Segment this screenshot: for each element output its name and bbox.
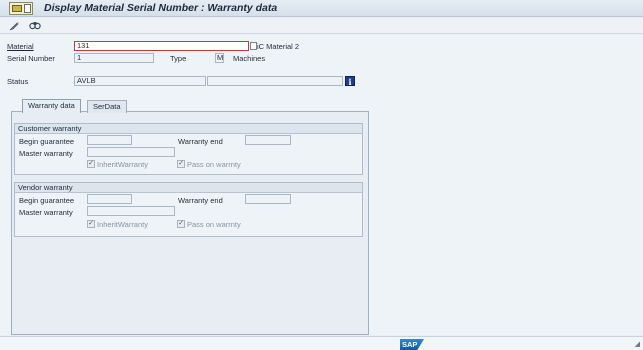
customer-inherit-checkbox[interactable]: ✓ [87, 160, 95, 168]
customer-end-label: Warranty end [178, 137, 223, 146]
application-toolbar [0, 18, 643, 34]
customer-begin-field[interactable] [87, 135, 132, 145]
sap-logo: SAP [400, 339, 424, 350]
edit-icon[interactable] [8, 20, 21, 32]
customer-end-field[interactable] [245, 135, 291, 145]
customer-pass-checkbox[interactable]: ✓ [177, 160, 185, 168]
title-bar: Display Material Serial Number : Warrant… [0, 0, 643, 17]
vendor-master-field[interactable] [87, 206, 175, 216]
tab-serdata[interactable]: SerData [87, 100, 127, 113]
customer-begin-label: Begin guarantee [19, 137, 75, 146]
customer-inherit-label: InheritWarranty [97, 160, 148, 169]
find-icon[interactable] [28, 20, 41, 32]
vendor-master-label: Master warranty [19, 208, 73, 217]
status-label: Status [7, 77, 29, 86]
window-title: Display Material Serial Number : Warrant… [44, 2, 278, 14]
vendor-end-field[interactable] [245, 194, 291, 204]
type-label: Type [170, 54, 187, 63]
material-search-icon[interactable] [250, 42, 257, 50]
vendor-warranty-title: Vendor warranty [15, 183, 362, 193]
customer-pass-label: Pass on warrnty [187, 160, 241, 169]
material-label: Material [7, 42, 34, 51]
resize-grip-icon[interactable]: ◢ [635, 340, 640, 348]
vendor-inherit-checkbox[interactable]: ✓ [87, 220, 95, 228]
vendor-begin-field[interactable] [87, 194, 132, 204]
vendor-pass-label: Pass on warrnty [187, 220, 241, 229]
customer-master-field[interactable] [87, 147, 175, 157]
material-description: iC Material 2 [257, 42, 300, 51]
status-bar: SAP ◢ [0, 336, 643, 350]
info-icon[interactable]: i [345, 76, 355, 87]
vendor-end-label: Warranty end [178, 196, 223, 205]
status-field[interactable]: AVLB [74, 76, 206, 86]
customer-warranty-title: Customer warranty [15, 124, 362, 134]
menu-icon[interactable] [9, 2, 33, 15]
type-field[interactable]: M [215, 53, 224, 63]
vendor-pass-checkbox[interactable]: ✓ [177, 220, 185, 228]
customer-master-label: Master warranty [19, 149, 73, 158]
status-detail-field[interactable] [207, 76, 343, 86]
material-field[interactable]: 131 [74, 41, 249, 51]
vendor-begin-label: Begin guarantee [19, 196, 75, 205]
vendor-inherit-label: InheritWarranty [97, 220, 148, 229]
type-description: Machines [233, 54, 266, 63]
tab-warranty-data[interactable]: Warranty data [22, 99, 81, 113]
serial-number-label: Serial Number [7, 54, 55, 63]
serial-number-field[interactable]: 1 [74, 53, 154, 63]
